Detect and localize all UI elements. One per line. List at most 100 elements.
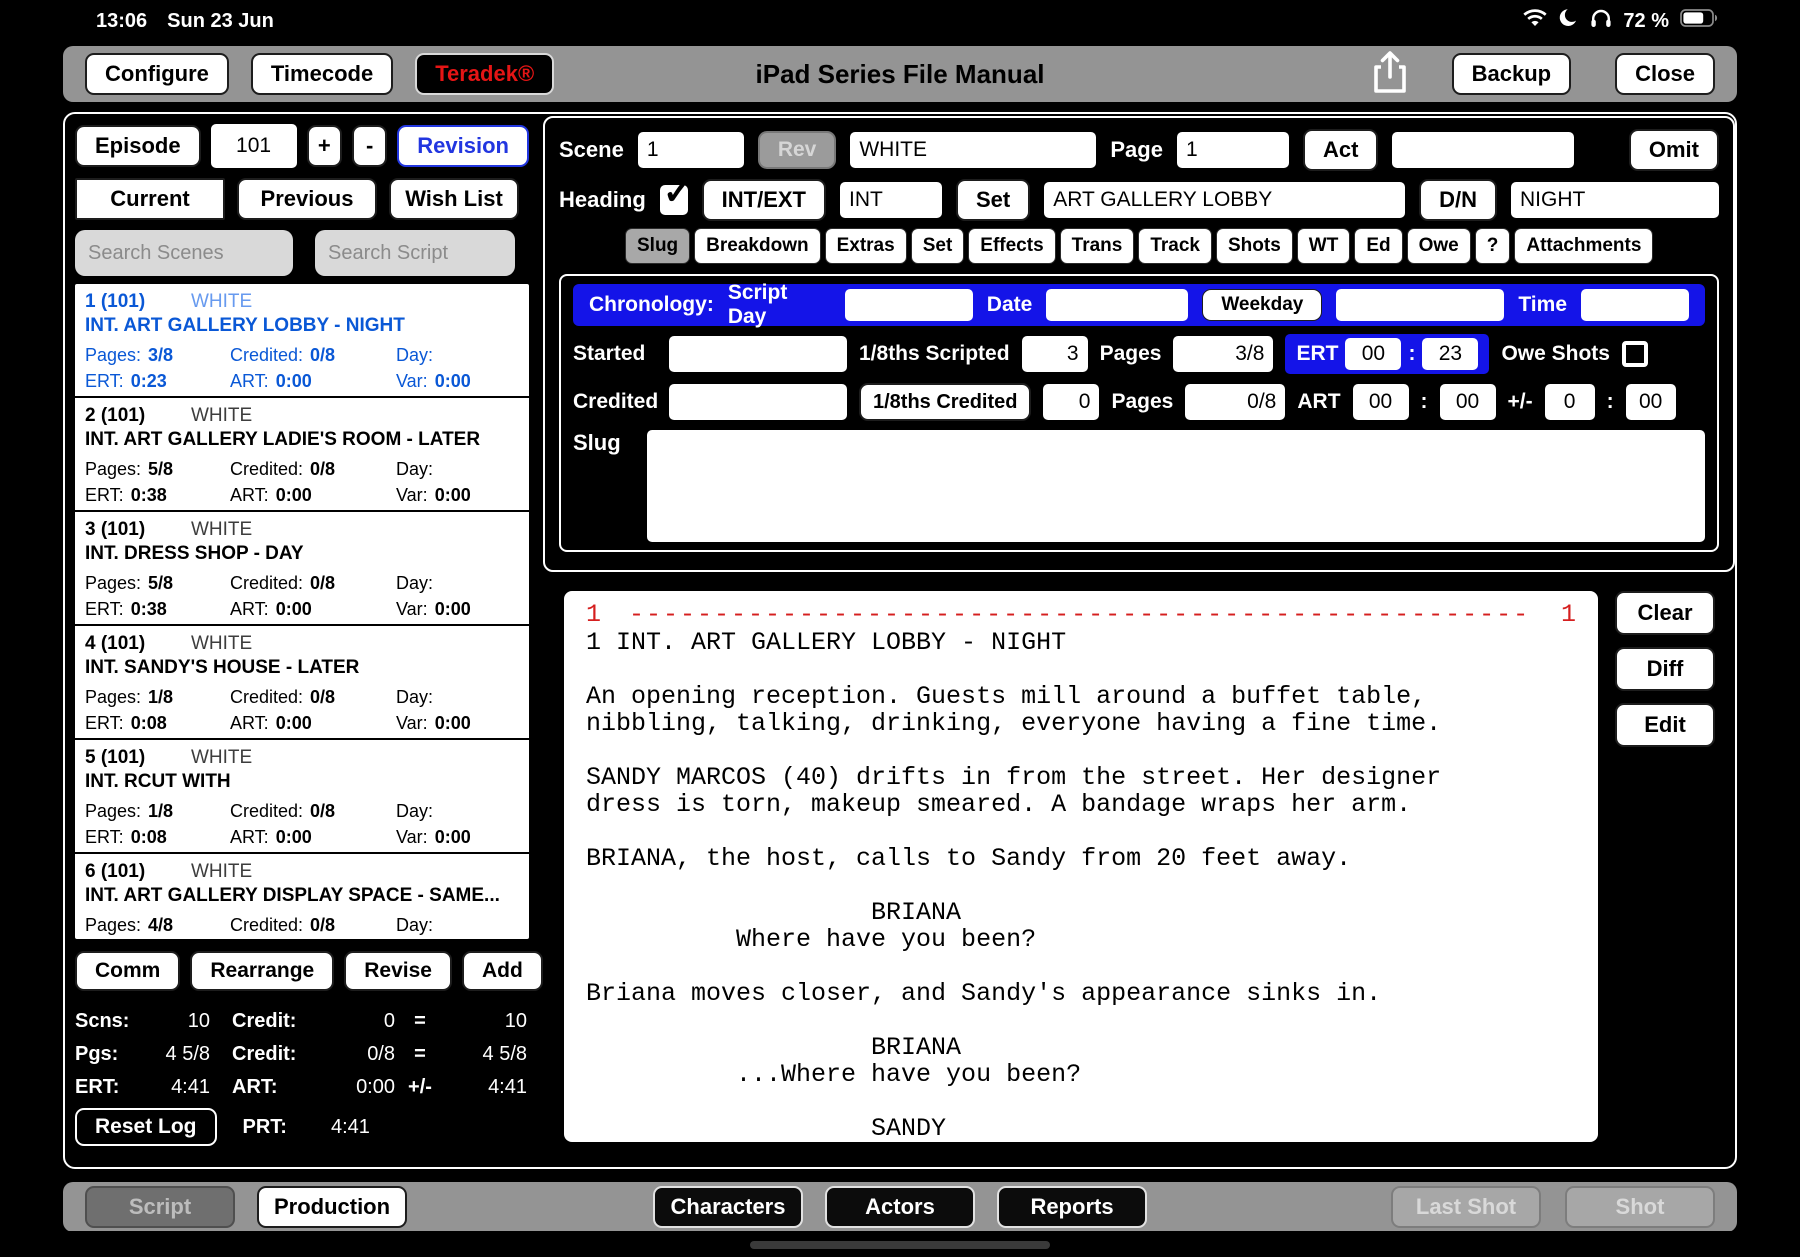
pages-scripted-input[interactable] [1173, 336, 1274, 372]
tab-shots[interactable]: Shots [1216, 228, 1293, 264]
ert-group: ERT : [1285, 334, 1490, 374]
credited-row: Credited 1/8ths Credited Pages ART : +/-… [573, 382, 1705, 422]
backup-button[interactable]: Backup [1451, 53, 1572, 95]
tab-ed[interactable]: Ed [1354, 228, 1403, 264]
pages-credited-input[interactable] [1185, 384, 1286, 420]
tab-attachments[interactable]: Attachments [1514, 228, 1654, 264]
day-night-button[interactable]: D/N [1419, 179, 1497, 221]
rev-button[interactable]: Rev [757, 131, 837, 169]
script-page-view: 1 --------------------------------------… [564, 591, 1598, 1142]
int-ext-input[interactable] [839, 182, 942, 218]
comm-button[interactable]: Comm [75, 951, 181, 991]
act-button[interactable]: Act [1302, 129, 1379, 171]
tab-set[interactable]: Set [910, 228, 965, 264]
tab-owe[interactable]: Owe [1406, 228, 1471, 264]
teradek-button[interactable]: Teradek® [415, 53, 555, 95]
scene-list-item[interactable]: 1 (101) WHITE INT. ART GALLERY LOBBY - N… [75, 284, 529, 398]
tab-trans[interactable]: Trans [1059, 228, 1135, 264]
tab-wt[interactable]: WT [1296, 228, 1351, 264]
tab-breakdown[interactable]: Breakdown [694, 228, 821, 264]
owe-shots-checkbox[interactable] [1621, 341, 1648, 367]
clock: 13:06 [96, 9, 148, 32]
ert-minutes-input[interactable] [1422, 338, 1479, 370]
reset-log-button[interactable]: Reset Log [75, 1108, 217, 1146]
revision-button[interactable]: Revision [397, 125, 529, 167]
close-button[interactable]: Close [1615, 53, 1715, 95]
date-input[interactable] [1046, 289, 1189, 321]
tab-previous[interactable]: Previous [237, 178, 377, 220]
weekday-input[interactable] [1336, 289, 1505, 321]
time-input[interactable] [1581, 289, 1689, 321]
eighths-credited-button[interactable]: 1/8ths Credited [859, 383, 1032, 421]
credited-input[interactable] [669, 384, 847, 420]
page-number-input[interactable] [1176, 132, 1289, 168]
script-day-input[interactable] [844, 289, 973, 321]
scene-pages-row: Pages: 5/8 Credited: 0/8 Day: [85, 572, 434, 593]
rearrange-button[interactable]: Rearrange [190, 951, 335, 991]
edit-button[interactable]: Edit [1615, 703, 1715, 747]
main-content: Episode + - Revision Current Previous Wi… [63, 112, 1737, 1169]
production-nav-button[interactable]: Production [257, 1186, 407, 1228]
scene-revision-color: WHITE [191, 405, 253, 426]
shot-button[interactable]: Shot [1565, 1186, 1715, 1228]
scene-number-input[interactable] [637, 132, 744, 168]
tab-effects[interactable]: Effects [968, 228, 1056, 264]
scene-list-item[interactable]: 3 (101) WHITE INT. DRESS SHOP - DAY Page… [75, 512, 529, 626]
started-input[interactable] [669, 336, 847, 372]
set-button[interactable]: Set [955, 179, 1031, 221]
tab-extras[interactable]: Extras [824, 228, 907, 264]
weekday-button[interactable]: Weekday [1202, 289, 1323, 321]
scene-list-item[interactable]: 5 (101) WHITE INT. RCUT WITH Pages: 1/8 C… [75, 740, 529, 854]
heading-checkbox[interactable]: ✓ [659, 171, 693, 215]
day-night-input[interactable] [1511, 182, 1719, 218]
tab-question[interactable]: ? [1474, 228, 1511, 264]
episode-button[interactable]: Episode [75, 125, 201, 167]
slug-label: Slug [573, 430, 621, 455]
scene-list-item[interactable]: 4 (101) WHITE INT. SANDY'S HOUSE - LATER… [75, 626, 529, 740]
tab-slug[interactable]: Slug [625, 228, 691, 264]
art-hours-input[interactable] [1352, 384, 1409, 420]
configure-button[interactable]: Configure [85, 53, 229, 95]
characters-nav-button[interactable]: Characters [653, 1186, 803, 1228]
tab-wish-list[interactable]: Wish List [389, 178, 519, 220]
episode-minus-button[interactable]: - [351, 125, 388, 167]
home-indicator[interactable] [750, 1241, 1050, 1249]
add-button[interactable]: Add [461, 951, 543, 991]
scene-revision-color: WHITE [191, 291, 253, 312]
clear-button[interactable]: Clear [1615, 591, 1715, 635]
episode-number-input[interactable] [210, 124, 297, 168]
search-script-input[interactable] [315, 230, 515, 276]
variance-hours-input[interactable] [1544, 384, 1595, 420]
last-shot-button[interactable]: Last Shot [1391, 1186, 1541, 1228]
scene-timing-row: ERT: 0:23 ART: 0:00 Var: 0:00 [85, 370, 471, 391]
eighths-scripted-input[interactable] [1021, 336, 1088, 372]
revision-color-input[interactable] [850, 132, 1097, 168]
episode-plus-button[interactable]: + [306, 125, 342, 167]
slug-textarea[interactable] [646, 430, 1705, 542]
tab-track[interactable]: Track [1138, 228, 1212, 264]
reports-nav-button[interactable]: Reports [997, 1186, 1147, 1228]
search-scenes-input[interactable] [75, 230, 293, 276]
act-input[interactable] [1392, 132, 1575, 168]
ert-hours-input[interactable] [1345, 338, 1402, 370]
set-input[interactable] [1044, 182, 1406, 218]
actors-nav-button[interactable]: Actors [825, 1186, 975, 1228]
scene-number: 1 (101) [85, 291, 146, 312]
date-label: Date [986, 293, 1033, 316]
tab-current[interactable]: Current [75, 178, 225, 220]
eighths-scripted-label: 1/8ths Scripted [859, 342, 1010, 365]
scene-list-item[interactable]: 6 (101) WHITE INT. ART GALLERY DISPLAY S… [75, 854, 529, 939]
art-minutes-input[interactable] [1439, 384, 1496, 420]
variance-minutes-input[interactable] [1625, 384, 1676, 420]
script-nav-button[interactable]: Script [85, 1186, 235, 1228]
diff-button[interactable]: Diff [1615, 647, 1715, 691]
credited-label: Credited [573, 390, 659, 413]
moon-icon [1559, 8, 1579, 34]
revise-button[interactable]: Revise [344, 951, 452, 991]
omit-button[interactable]: Omit [1628, 129, 1719, 171]
int-ext-button[interactable]: INT/EXT [701, 179, 826, 221]
share-icon[interactable] [1372, 50, 1408, 99]
scene-list-item[interactable]: 2 (101) WHITE INT. ART GALLERY LADIE'S R… [75, 398, 529, 512]
timecode-button[interactable]: Timecode [250, 53, 394, 95]
eighths-credited-input[interactable] [1043, 384, 1100, 420]
